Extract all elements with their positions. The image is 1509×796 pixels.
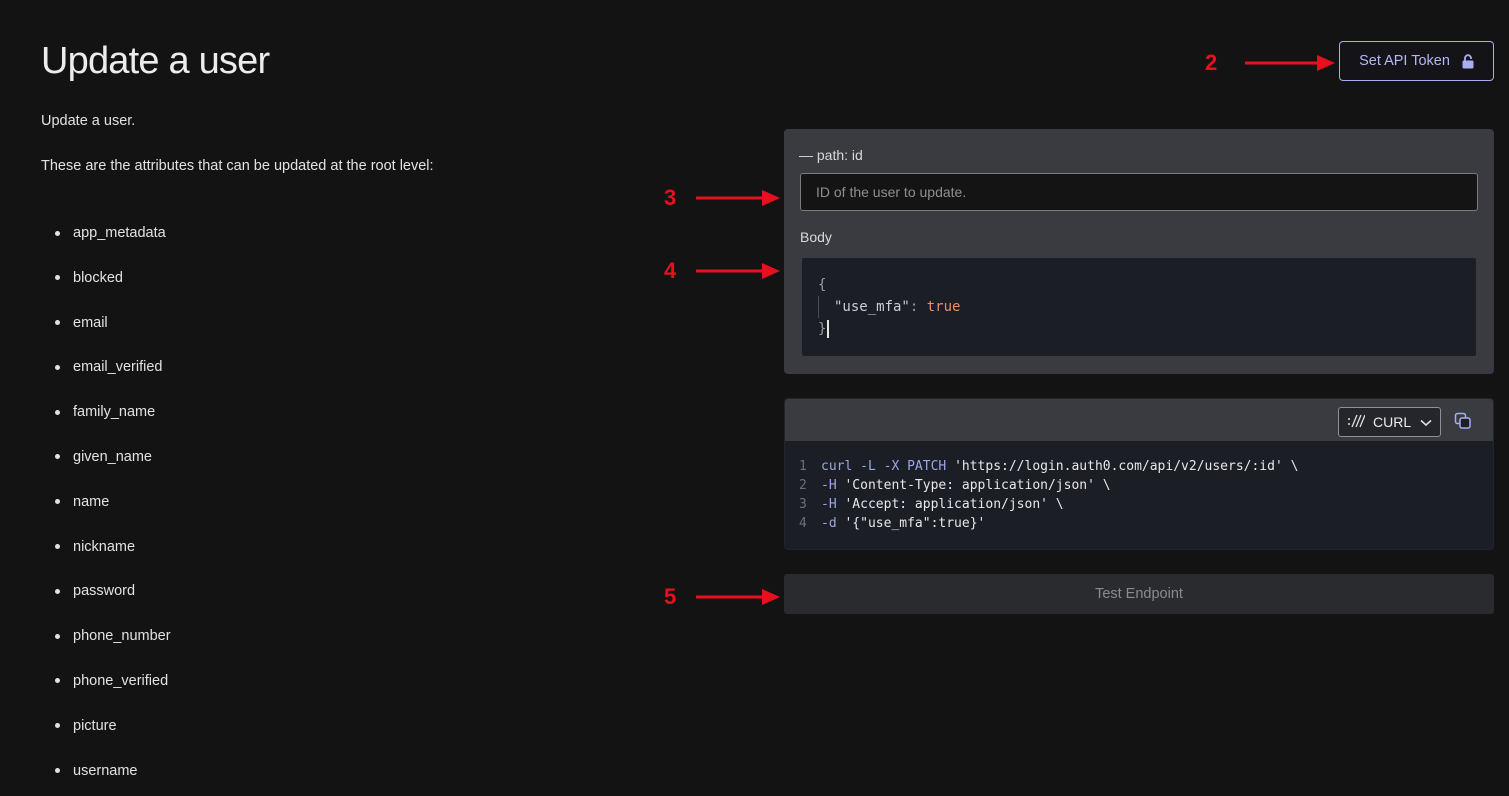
line-number: 2 [799,478,807,493]
annotation-arrow-5: 5 [664,584,782,610]
annotation-number: 3 [664,185,677,210]
indent-guide [818,296,819,318]
test-endpoint-button[interactable]: Test Endpoint [784,574,1494,614]
code-token: -L -X PATCH [860,459,955,474]
code-text: curl -L -X PATCH 'https://login.auth0.co… [821,457,1298,476]
annotation-arrow-3: 3 [664,185,782,211]
code-line: 1 curl -L -X PATCH 'https://login.auth0.c… [799,457,1493,476]
list-item: picture [55,718,171,763]
language-select[interactable]: CURL [1338,407,1441,437]
code-text: -H 'Accept: application/json' \ [821,495,1064,514]
user-id-input[interactable] [800,173,1478,211]
json-value: true [926,299,961,315]
code-text: -H 'Content-Type: application/json' \ [821,476,1111,495]
json-key: "use_mfa" [834,299,910,315]
json-body-editor[interactable]: { "use_mfa": true } [802,258,1476,356]
annotation-number: 5 [664,584,677,609]
request-params-panel: — path: id Body { "use_mfa": true } [784,129,1494,374]
code-token: -H [821,497,845,512]
code-token: 'Content-Type: application/json' \ [844,478,1111,493]
json-brace-close: } [818,321,827,337]
attributes-heading: These are the attributes that can be upd… [41,158,434,174]
arrow-icon [696,263,780,279]
arrow-icon [696,190,780,206]
code-text: -d '{"use_mfa":true}' [821,514,985,533]
list-item: phone_number [55,628,171,673]
code-line: 4 -d '{"use_mfa":true}' [799,514,1493,533]
code-line: 3 -H 'Accept: application/json' \ [799,495,1493,514]
list-item: email_verified [55,359,171,404]
text-cursor [827,320,829,338]
list-item: email [55,315,171,360]
body-label: Body [800,229,832,245]
line-number: 4 [799,516,807,531]
lock-icon [1462,53,1474,69]
code-token: -d [821,516,845,531]
language-label: CURL [1373,414,1412,430]
line-number: 1 [799,459,807,474]
list-item: blocked [55,270,171,315]
code-token: curl [821,459,861,474]
code-token: -H [821,478,845,493]
annotation-number: 2 [1205,50,1218,75]
code-sample-panel: CURL 1 curl -L -X PATCH 'https://login.au… [784,398,1494,550]
code-sample-body: 1 curl -L -X PATCH 'https://login.auth0.c… [785,441,1493,533]
list-item: given_name [55,449,171,494]
code-sample-header: CURL [785,399,1493,441]
chevron-down-icon [1420,414,1432,430]
list-item: nickname [55,539,171,584]
json-colon: : [909,299,927,315]
intro-text: Update a user. [41,113,136,129]
set-api-token-button[interactable]: Set API Token [1339,41,1494,81]
code-token: 'https://login.auth0.com/api/v2/users/:i… [954,459,1299,474]
list-item: app_metadata [55,225,171,270]
copy-icon[interactable] [1454,412,1474,432]
code-token: '{"use_mfa":true}' [844,516,986,531]
attribute-list: app_metadata blocked email email_verifie… [55,225,171,796]
arrow-icon [696,589,780,605]
list-item: name [55,494,171,539]
line-number: 3 [799,497,807,512]
list-item: phone_verified [55,673,171,718]
list-item: username [55,763,171,796]
code-line: 2 -H 'Content-Type: application/json' \ [799,476,1493,495]
path-param-label: — path: id [799,147,863,163]
annotation-arrow-4: 4 [664,258,782,284]
code-token: 'Accept: application/json' \ [844,497,1064,512]
api-reference-page: Update a user Update a user. These are t… [0,0,1509,796]
set-api-token-label: Set API Token [1359,53,1450,69]
annotation-number: 4 [664,258,677,283]
curl-slashes-icon [1347,414,1366,431]
page-title: Update a user [41,40,270,82]
list-item: family_name [55,404,171,449]
annotation-arrow-2: 2 [1205,50,1335,76]
json-brace-open: { [818,277,827,293]
arrow-icon [1245,55,1335,71]
list-item: password [55,583,171,628]
